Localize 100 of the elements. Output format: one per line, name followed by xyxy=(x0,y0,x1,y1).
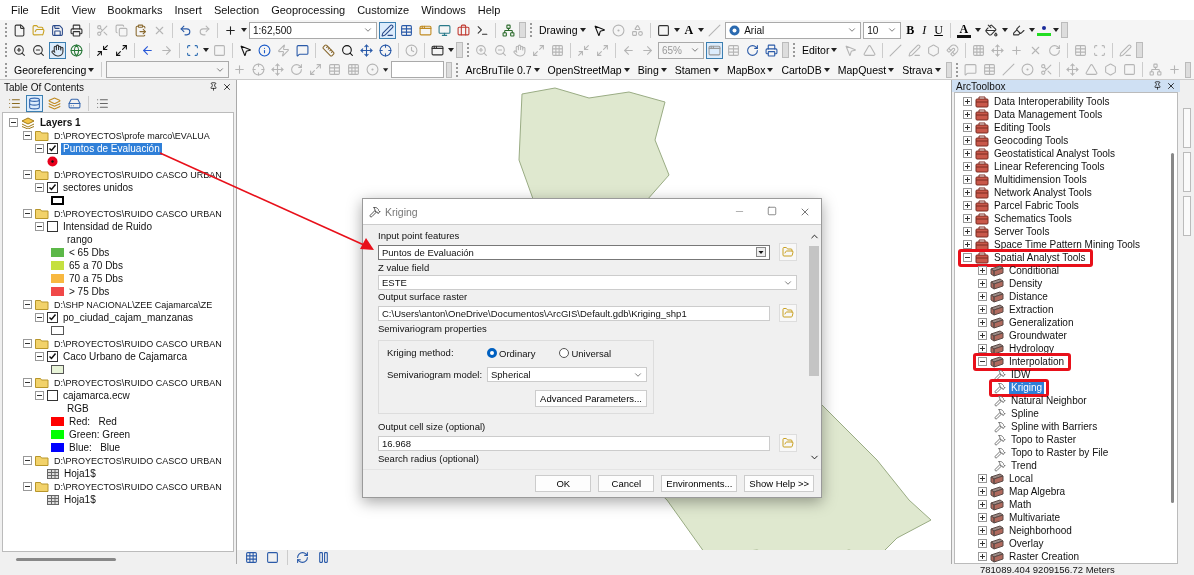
toolbar-grip[interactable] xyxy=(955,62,958,77)
expand-icon[interactable] xyxy=(978,552,987,561)
expand-icon[interactable] xyxy=(963,97,972,106)
tool-name[interactable]: Generalization xyxy=(1007,316,1076,329)
group-layer-name[interactable]: D:\PROYECTOS\RUIDO CASCO URBAN xyxy=(52,376,224,389)
tool-name[interactable]: Kriging xyxy=(1009,381,1045,394)
menu-item[interactable]: Selection xyxy=(208,4,265,16)
tile-menu[interactable]: MapBox xyxy=(723,60,777,79)
radio-option[interactable]: Ordinary xyxy=(487,347,536,359)
tool-name[interactable]: Spline xyxy=(1009,407,1041,420)
collapse-icon[interactable] xyxy=(23,339,32,348)
expand-icon[interactable] xyxy=(978,318,987,327)
tool-name[interactable]: Network Analyst Tools xyxy=(992,186,1094,199)
chevron-icon[interactable] xyxy=(363,25,373,35)
dropdown-caret-icon[interactable] xyxy=(660,67,667,72)
expand-icon[interactable] xyxy=(978,344,987,353)
checkbox[interactable] xyxy=(47,351,58,362)
menu-item[interactable]: Customize xyxy=(352,4,415,16)
group-layer-name[interactable]: D:\SHP NACIONAL\ZEE Cajamarca\ZE xyxy=(52,298,215,311)
dropdown-caret-icon[interactable] xyxy=(579,28,586,32)
collapse-icon[interactable] xyxy=(9,118,18,127)
layer-name[interactable]: Caco Urbano de Cajamarca xyxy=(61,350,189,363)
menu-item[interactable]: Bookmarks xyxy=(102,4,168,16)
advanced-parameters-button[interactable]: Advanced Parameters... xyxy=(535,390,647,407)
close-icon[interactable] xyxy=(1166,81,1176,91)
tool-name[interactable]: Interpolation xyxy=(1007,355,1067,368)
collapse-icon[interactable] xyxy=(978,357,987,366)
tool-name[interactable]: Server Tools xyxy=(992,225,1052,238)
menu-item[interactable]: View xyxy=(66,4,101,16)
data-frame-name[interactable]: Layers 1 xyxy=(38,116,83,129)
dropdown-caret-icon[interactable] xyxy=(767,67,774,72)
chevron-icon[interactable] xyxy=(690,45,700,55)
font-size-combo[interactable]: 10 xyxy=(863,21,902,39)
group-layer-name[interactable]: D:\PROYECTOS\RUIDO CASCO URBAN xyxy=(52,480,224,493)
checkbox[interactable] xyxy=(47,182,58,193)
layer-name[interactable]: Hoja1$ xyxy=(62,467,98,480)
expand-icon[interactable] xyxy=(963,149,972,158)
dropdown-caret-icon[interactable] xyxy=(756,247,766,257)
tool-name[interactable]: Math xyxy=(1007,498,1034,511)
collapse-icon[interactable] xyxy=(23,456,32,465)
editor-menu[interactable]: Editor xyxy=(799,41,841,59)
tile-menu[interactable]: OpenStreetMap xyxy=(544,60,633,79)
tile-menu[interactable]: CartoDB xyxy=(778,60,833,79)
tile-menu[interactable]: Bing xyxy=(634,60,670,79)
dropdown-caret-icon[interactable] xyxy=(383,67,389,72)
tool-name[interactable]: Density xyxy=(1007,277,1045,290)
scrollbar-thumb[interactable] xyxy=(16,557,116,561)
tool-name[interactable]: Parcel Fabric Tools xyxy=(992,199,1081,212)
tool-name[interactable]: Groundwater xyxy=(1007,329,1069,342)
dropdown-caret-icon[interactable] xyxy=(1052,28,1059,32)
close-icon[interactable] xyxy=(222,82,232,92)
expand-icon[interactable] xyxy=(978,305,987,314)
expand-icon[interactable] xyxy=(963,162,972,171)
tool-name[interactable]: Map Algebra xyxy=(1007,485,1068,498)
tool-name[interactable]: IDW xyxy=(1009,368,1033,381)
tool-name[interactable]: Data Interoperability Tools xyxy=(992,95,1112,108)
expand-icon[interactable] xyxy=(963,188,972,197)
layer-name[interactable]: sectores unidos xyxy=(61,181,136,194)
chevron-icon[interactable] xyxy=(887,25,898,35)
expand-icon[interactable] xyxy=(978,279,987,288)
full-extent-icon[interactable] xyxy=(68,41,85,59)
group-layer-name[interactable]: D:\PROYECTOS\RUIDO CASCO URBAN xyxy=(52,454,224,467)
expand-icon[interactable] xyxy=(978,292,987,301)
group-layer-name[interactable]: D:\PROYECTOS\profe marco\EVALUA xyxy=(52,129,212,142)
scale-combo[interactable]: 1:62,500 xyxy=(249,21,377,39)
dropdown-caret-icon[interactable] xyxy=(698,28,705,32)
dropdown-field[interactable]: ESTE xyxy=(378,275,797,290)
font-combo[interactable]: Arial xyxy=(725,21,862,39)
pin-icon[interactable] xyxy=(1153,81,1162,90)
dropdown-caret-icon[interactable] xyxy=(623,67,630,72)
dropdown-caret-icon[interactable] xyxy=(1001,28,1008,32)
dropdown-caret-icon[interactable] xyxy=(88,67,95,72)
menu-item[interactable]: Edit xyxy=(35,4,65,16)
collapse-icon[interactable] xyxy=(35,352,44,361)
tile-menu[interactable]: ArcBruTile 0.7 xyxy=(462,60,543,79)
georeferencing-menu[interactable]: Georeferencing xyxy=(11,60,98,79)
marker-color-icon[interactable] xyxy=(1036,23,1051,37)
collapse-icon[interactable] xyxy=(963,253,972,262)
pan-icon[interactable] xyxy=(49,41,66,59)
menu-item[interactable]: Windows xyxy=(416,4,471,16)
dropdown-caret-icon[interactable] xyxy=(934,67,941,72)
dropdown-caret-icon[interactable] xyxy=(203,48,209,52)
expand-icon[interactable] xyxy=(978,513,987,522)
expand-icon[interactable] xyxy=(978,487,987,496)
dropdown-caret-icon[interactable] xyxy=(241,28,247,32)
dropdown-caret-icon[interactable] xyxy=(533,67,540,72)
layer-name[interactable]: Hoja1$ xyxy=(62,493,98,506)
layer-name[interactable]: po_ciudad_cajam_manzanas xyxy=(61,311,196,324)
dialog-button[interactable]: Environments... xyxy=(661,475,738,492)
dialog-button[interactable]: Show Help >> xyxy=(744,475,814,492)
tool-name[interactable]: Spline with Barriers xyxy=(1009,420,1100,433)
input-field[interactable]: C:\Users\anton\OneDrive\Documentos\ArcGIS\Default.gdb\Kriging_shp1 xyxy=(378,305,770,321)
collapse-icon[interactable] xyxy=(35,183,44,192)
dropdown-field[interactable]: Spherical xyxy=(487,367,647,382)
radio-dot[interactable] xyxy=(487,348,497,358)
collapse-icon[interactable] xyxy=(35,144,44,153)
dialog-button[interactable]: OK xyxy=(535,475,592,492)
tool-name[interactable]: Linear Referencing Tools xyxy=(992,160,1107,173)
collapse-icon[interactable] xyxy=(23,209,32,218)
tool-name[interactable]: Multivariate xyxy=(1007,511,1063,524)
